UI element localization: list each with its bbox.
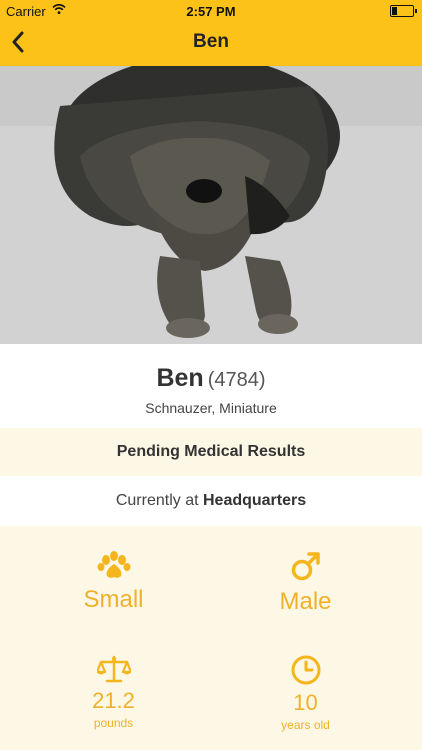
pet-id: (4784) <box>207 369 266 391</box>
weight-cell: 21.2 pounds <box>8 654 219 730</box>
gender-value: Male <box>279 588 332 615</box>
pet-name-line: Ben (4784) <box>0 364 422 393</box>
battery-icon <box>390 5 417 17</box>
weight-unit: pounds <box>93 716 134 730</box>
pet-location: Currently at Headquarters <box>0 476 422 526</box>
gender-cell: Male <box>200 550 411 616</box>
age-unit: years old <box>281 718 330 732</box>
pet-breed: Schnauzer, Miniature <box>145 400 277 416</box>
pet-info-grid: Small Male 21.2 pounds 10 years old <box>0 526 422 750</box>
clock-icon <box>291 655 320 685</box>
size-cell: Small <box>8 550 219 614</box>
age-cell: 10 years old <box>200 654 411 732</box>
pet-photo <box>0 66 422 344</box>
pet-name: Ben <box>156 364 204 392</box>
male-icon <box>291 552 320 581</box>
weight-value: 21.2 <box>92 688 135 713</box>
header-bar: Carrier 2:57 PM Ben <box>0 0 422 66</box>
location-name: Headquarters <box>202 492 307 509</box>
scale-icon <box>96 655 131 683</box>
status-time: 2:57 PM <box>186 4 236 19</box>
pet-status: Pending Medical Results <box>0 428 422 476</box>
pet-name-section: Ben (4784) Schnauzer, Miniature <box>0 344 422 428</box>
paw-icon <box>97 551 130 578</box>
status-bar: Carrier 2:57 PM <box>0 0 422 22</box>
size-value: Small <box>83 586 144 613</box>
age-value: 10 <box>293 690 318 715</box>
page-title: Ben <box>193 31 229 52</box>
location-prefix: Currently at <box>115 492 203 509</box>
